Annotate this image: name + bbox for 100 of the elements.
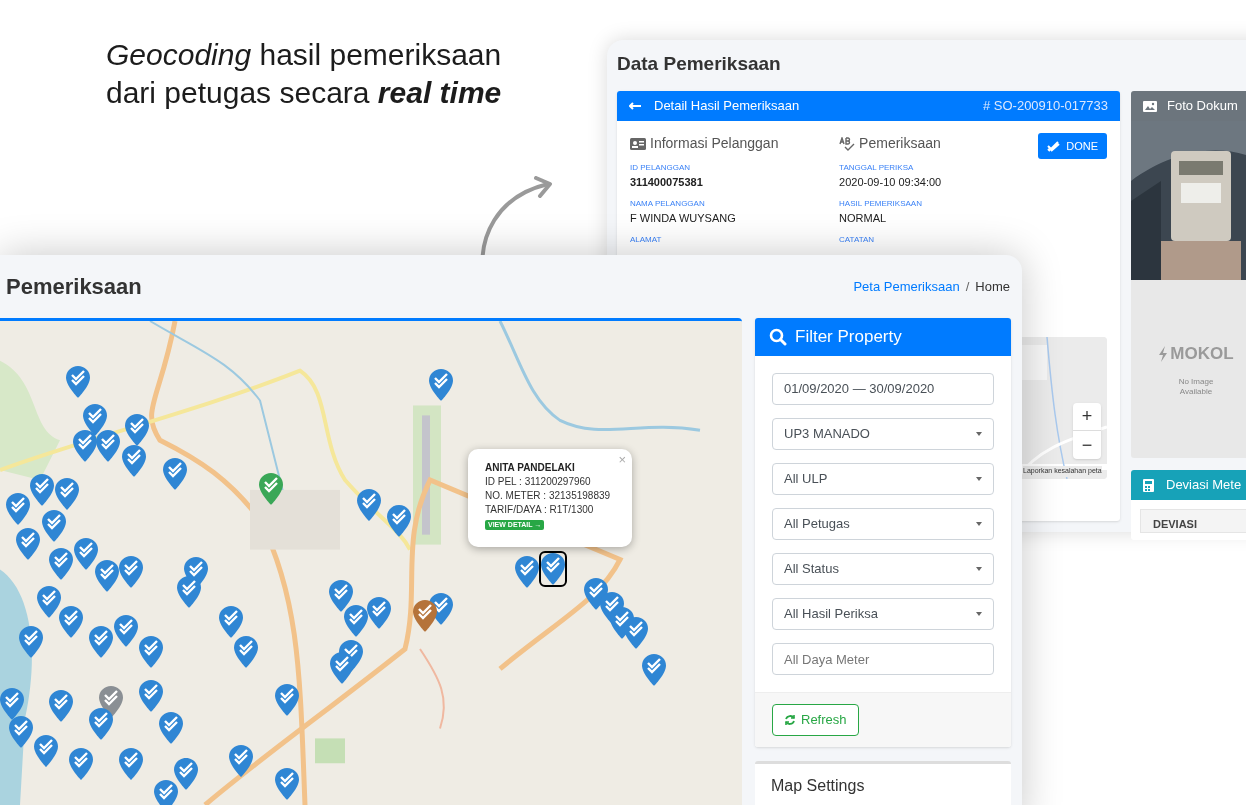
select-field[interactable]: All Hasil Periksa [772, 598, 994, 630]
map-marker-icon[interactable] [125, 414, 149, 446]
map-marker-icon[interactable] [59, 606, 83, 638]
field-value: F WINDA WUYSANG [630, 211, 737, 226]
map-marker-icon[interactable] [541, 553, 565, 585]
image-icon [1143, 100, 1157, 112]
caret-icon [976, 612, 982, 616]
card-title: Filter Property [795, 326, 902, 349]
map-marker-icon[interactable] [159, 712, 183, 744]
map-marker-icon[interactable] [96, 430, 120, 462]
map-marker-icon[interactable] [344, 605, 368, 637]
zoom-out-button[interactable]: − [1073, 431, 1101, 459]
select-field[interactable]: All Status [772, 553, 994, 585]
breadcrumb-separator: / [965, 277, 970, 296]
refresh-icon [784, 714, 796, 726]
map-marker-icon[interactable] [6, 493, 30, 525]
input-field[interactable]: All Daya Meter [772, 643, 994, 675]
map-marker-icon[interactable] [387, 505, 411, 537]
map-marker-icon[interactable] [114, 615, 138, 647]
map-marker-icon[interactable] [275, 768, 299, 800]
lightning-icon [1158, 346, 1169, 362]
popup-detail: TARIF/DAYA : R1T/1300 [485, 503, 595, 517]
no-image-text: No Image Available [1177, 376, 1215, 397]
map-marker-icon[interactable] [89, 708, 113, 740]
spellcheck-icon [839, 136, 856, 151]
map-marker-icon[interactable] [16, 528, 40, 560]
map-marker-icon[interactable] [234, 636, 258, 668]
breadcrumb-item[interactable]: Home [975, 276, 1010, 297]
card-title: Map Settings [771, 777, 865, 794]
calculator-icon [1143, 478, 1154, 492]
breadcrumb-item[interactable]: Peta Pemeriksaan [853, 276, 960, 297]
done-button[interactable]: DONE [1038, 133, 1107, 159]
map-marker-icon[interactable] [74, 538, 98, 570]
map-marker-icon[interactable] [624, 617, 648, 649]
headline-text: dari petugas secara real time [106, 75, 502, 111]
map-marker-icon[interactable] [429, 369, 453, 401]
field-label: CATATAN [839, 234, 876, 246]
page-title: Pemeriksaan [6, 273, 142, 301]
popup-detail: ID PEL : 311200297960 [485, 475, 592, 489]
map-marker-icon[interactable] [119, 556, 143, 588]
headline-text: Geocoding hasil pemeriksaan [106, 37, 502, 73]
field-label: NAMA PELANGGAN [630, 198, 706, 210]
map-marker-icon[interactable] [329, 580, 353, 612]
map-marker-icon[interactable] [69, 748, 93, 780]
map-marker-icon[interactable] [73, 430, 97, 462]
map-marker-icon[interactable] [34, 735, 58, 767]
back-arrow-icon [629, 102, 641, 110]
caret-icon [976, 477, 982, 481]
map-marker-icon[interactable] [95, 560, 119, 592]
map-marker-icon[interactable] [66, 366, 90, 398]
search-icon [769, 328, 787, 346]
map-marker-icon[interactable] [642, 654, 666, 686]
map-marker-icon[interactable] [219, 606, 243, 638]
field-label: HASIL PEMERIKSAAN [839, 198, 923, 210]
map-marker-icon[interactable] [330, 652, 354, 684]
select-field[interactable]: UP3 MANADO [772, 418, 994, 450]
record-code: # SO-200910-017733 [982, 97, 1108, 116]
map-marker-icon[interactable] [89, 626, 113, 658]
select-field[interactable]: All Petugas [772, 508, 994, 540]
field-label: TANGGAL PERIKSA [839, 162, 915, 174]
map-marker-icon[interactable] [55, 478, 79, 510]
card-title: Detail Hasil Pemeriksaan [654, 97, 800, 116]
map-marker-icon[interactable] [119, 748, 143, 780]
map-marker-icon[interactable] [154, 780, 178, 805]
map-marker-icon[interactable] [357, 489, 381, 521]
map-marker-icon[interactable] [229, 745, 253, 777]
map-marker-icon[interactable] [9, 716, 33, 748]
map-marker-icon[interactable] [139, 680, 163, 712]
popup-detail: NO. METER : 32135198839 [485, 489, 612, 503]
map-marker-icon[interactable] [42, 510, 66, 542]
id-card-icon [630, 137, 646, 150]
select-field[interactable]: All ULP [772, 463, 994, 495]
field-value: 2020-09-10 09:34:00 [839, 175, 943, 190]
card-title: Deviasi Mete [1166, 476, 1242, 495]
section-title: Pemeriksaan [859, 134, 941, 153]
zoom-in-button[interactable]: + [1073, 403, 1101, 431]
date-range-field[interactable]: 01/09/2020 — 30/09/2020 [772, 373, 994, 405]
page-title: Data Pemeriksaan [617, 52, 782, 76]
caret-icon [976, 567, 982, 571]
map-marker-icon[interactable] [174, 758, 198, 790]
map-marker-icon[interactable] [49, 690, 73, 722]
field-value: 311400075381 [630, 175, 704, 190]
column-header: DEVIASI [1153, 516, 1197, 532]
map-marker-icon[interactable] [37, 586, 61, 618]
map-marker-icon[interactable] [139, 636, 163, 668]
map-marker-icon[interactable] [122, 445, 146, 477]
map-marker-icon[interactable] [30, 474, 54, 506]
field-value: NORMAL [839, 211, 888, 226]
map-marker-icon[interactable] [177, 576, 201, 608]
map-marker-icon[interactable] [19, 626, 43, 658]
map-marker-icon[interactable] [259, 473, 283, 505]
map-marker-icon[interactable] [413, 600, 437, 632]
map-marker-icon[interactable] [275, 684, 299, 716]
map-marker-icon[interactable] [163, 458, 187, 490]
map-marker-icon[interactable] [367, 597, 391, 629]
map-marker-icon[interactable] [0, 688, 24, 720]
map-marker-icon[interactable] [515, 556, 539, 588]
double-check-icon [1047, 140, 1061, 152]
map-marker-icon[interactable] [49, 548, 73, 580]
section-title: Informasi Pelanggan [650, 134, 779, 153]
